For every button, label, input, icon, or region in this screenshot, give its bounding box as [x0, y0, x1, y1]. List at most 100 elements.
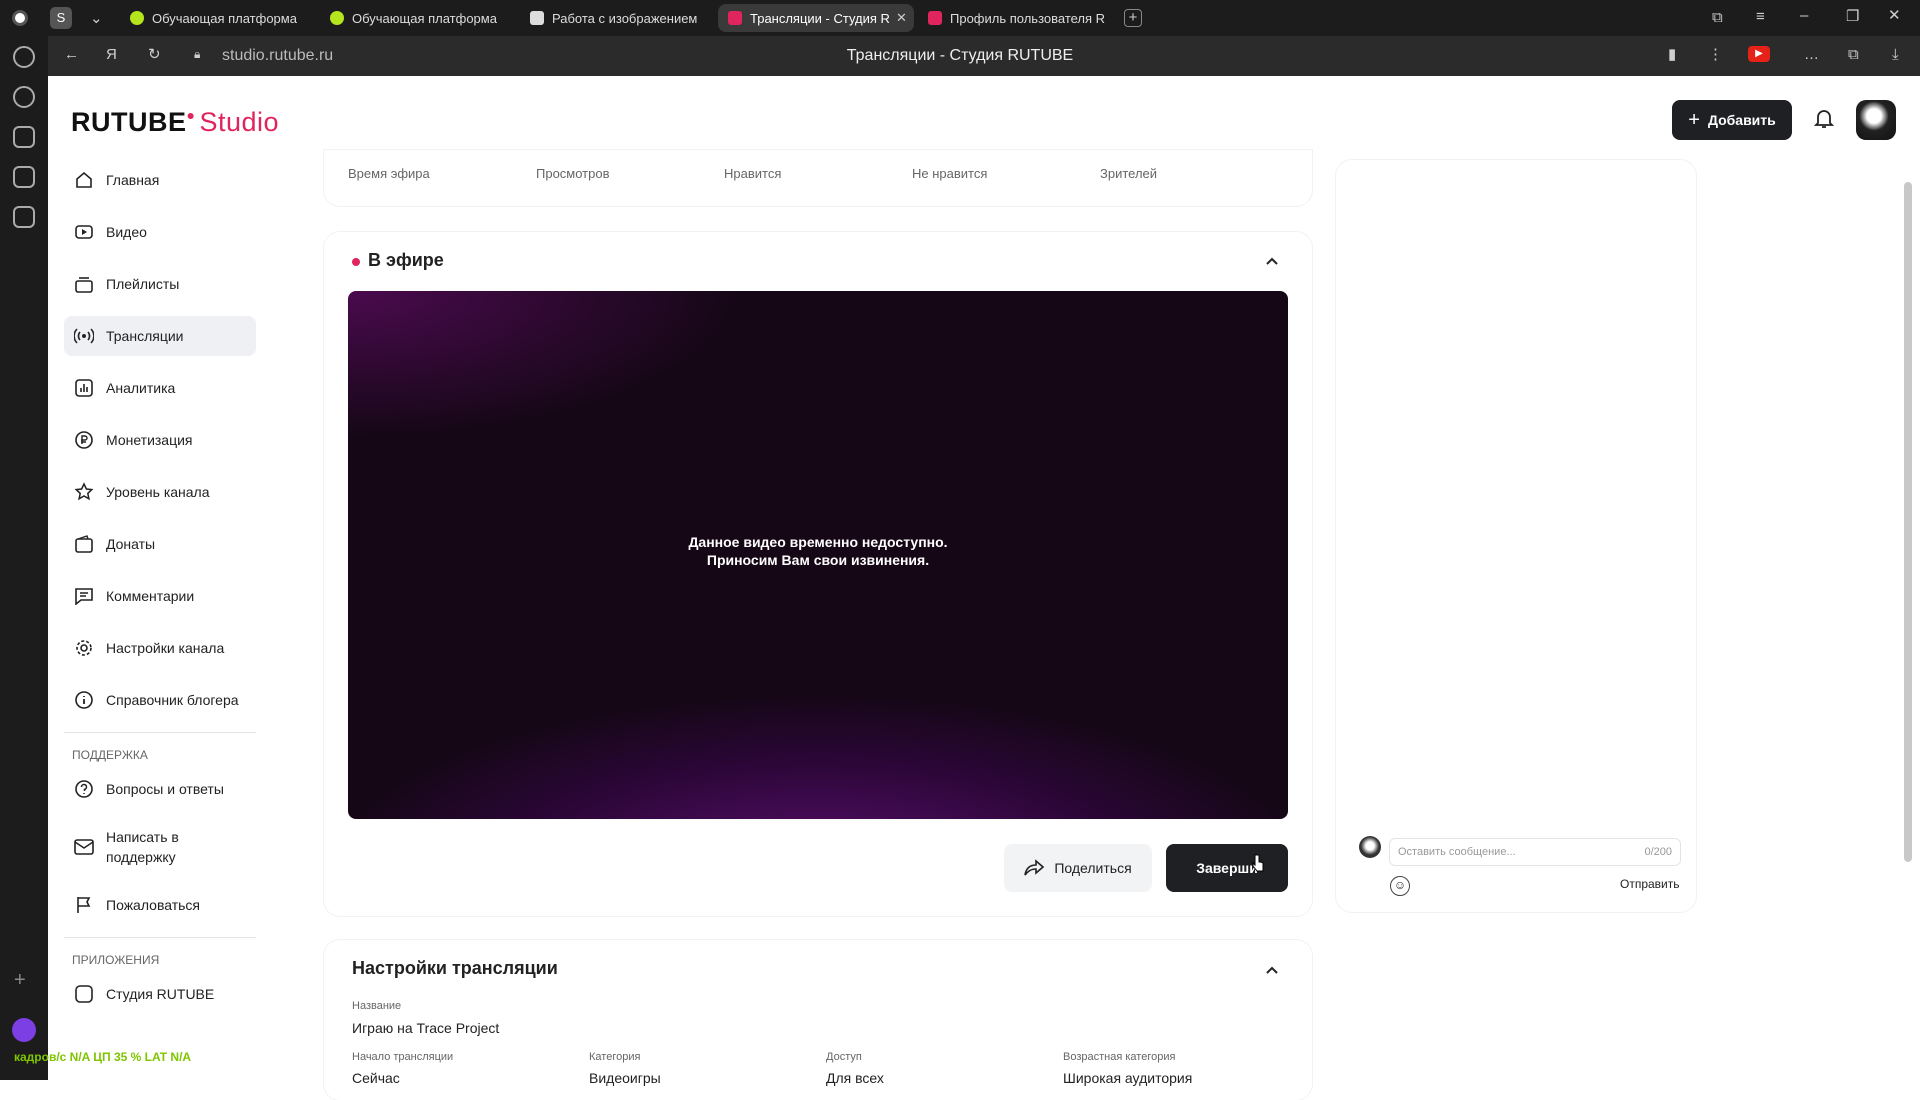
- new-tab-icon[interactable]: +: [1124, 9, 1142, 27]
- stat-label-airtime: Время эфира: [348, 166, 430, 181]
- send-button[interactable]: Отправить: [1620, 877, 1680, 891]
- wallet-icon: [74, 534, 94, 554]
- restore-icon[interactable]: ❐: [1846, 9, 1859, 24]
- support-heading: ПОДДЕРЖКА: [72, 748, 148, 762]
- sidebar-item-channel-level[interactable]: Уровень канала: [64, 472, 256, 512]
- lock-icon: 🔒︎: [194, 47, 201, 61]
- stat-label-dislikes: Не нравится: [912, 166, 988, 181]
- sidebar-item-video[interactable]: Видео: [64, 212, 256, 252]
- share-icon: [1024, 859, 1045, 876]
- history-icon[interactable]: [13, 46, 35, 68]
- collections-icon[interactable]: ⧉: [1848, 47, 1859, 62]
- chat-avatar: [1359, 836, 1381, 858]
- notes-icon[interactable]: [13, 206, 35, 228]
- sidebar-item-blogger-guide[interactable]: Справочник блогера: [64, 680, 256, 720]
- extensions-icon[interactable]: …: [1804, 47, 1819, 62]
- field-label-name: Название: [352, 1000, 402, 1012]
- comment-icon: [74, 586, 94, 606]
- tab-2[interactable]: Работа с изображением: [520, 4, 710, 32]
- info-icon: [74, 690, 94, 710]
- close-tab-icon[interactable]: ✕: [896, 10, 907, 26]
- bookmarks-icon[interactable]: ⧉: [1712, 10, 1723, 25]
- player-unavailable-message: Данное видео временно недоступно. Приноси…: [688, 534, 948, 568]
- sidebar-item-analytics[interactable]: Аналитика: [64, 368, 256, 408]
- url-text[interactable]: studio.rutube.ru: [222, 47, 333, 65]
- share-button[interactable]: Поделиться: [1004, 844, 1152, 892]
- rutube-studio-logo[interactable]: RUTUBE● Studio: [71, 107, 279, 138]
- mail-icon: [74, 837, 94, 857]
- browser-logo-icon[interactable]: [12, 10, 28, 26]
- sidebar-item-comments[interactable]: Комментарии: [64, 576, 256, 616]
- sidebar-item-contact-support[interactable]: Написать в поддержку: [64, 821, 256, 873]
- chat-panel: [1336, 160, 1696, 912]
- youtube-icon[interactable]: ▶: [1748, 46, 1770, 62]
- sidebar-item-report[interactable]: Пожаловаться: [64, 885, 256, 925]
- emoji-icon[interactable]: ☺: [1390, 876, 1410, 896]
- sidebar-item-studio-app[interactable]: Студия RUTUBE: [64, 974, 256, 1014]
- divider: [64, 937, 256, 938]
- avatar[interactable]: [1856, 100, 1896, 140]
- chevron-up-icon[interactable]: [1265, 254, 1279, 268]
- sidebar-item-broadcasts[interactable]: Трансляции: [64, 316, 256, 356]
- minimize-icon[interactable]: –: [1800, 8, 1808, 23]
- divider: [64, 732, 256, 733]
- add-panel-icon[interactable]: +: [14, 970, 26, 990]
- sidebar-item-playlists[interactable]: Плейлисты: [64, 264, 256, 304]
- gallery-icon[interactable]: [13, 166, 35, 188]
- add-button[interactable]: + Добавить: [1672, 100, 1792, 140]
- gear-icon: [74, 638, 94, 658]
- app-icon: [74, 984, 94, 1004]
- browser-tab-bar: S ⌄ Обучающая платформа Обучающая платфо…: [0, 0, 1920, 36]
- end-broadcast-button[interactable]: Заверши: [1166, 844, 1288, 892]
- chat-char-counter: 0/200: [1644, 846, 1672, 858]
- sidebar-item-faq[interactable]: Вопросы и ответы: [64, 769, 256, 809]
- more-icon[interactable]: ⋮: [1708, 47, 1723, 62]
- field-value-category: Видеоигры: [589, 1070, 661, 1086]
- back-icon[interactable]: ←: [64, 47, 79, 62]
- tab-favicon-icon: [530, 11, 544, 25]
- settings-title: Настройки трансляции: [352, 958, 558, 978]
- field-label-age: Возрастная категория: [1063, 1051, 1176, 1063]
- chevron-down-icon[interactable]: ⌄: [90, 11, 103, 26]
- sidebar-item-donations[interactable]: Донаты: [64, 524, 256, 564]
- download-icon[interactable]: ⤓: [1892, 47, 1899, 62]
- sidebar-item-channel-settings[interactable]: Настройки канала: [64, 628, 256, 668]
- tab-3[interactable]: Трансляции - Студия R ✕: [718, 4, 914, 32]
- bell-icon[interactable]: [1812, 106, 1836, 130]
- field-label-start: Начало трансляции: [352, 1051, 454, 1063]
- tab-favicon-icon: [728, 11, 742, 25]
- question-icon: [74, 779, 94, 799]
- video-icon: [74, 222, 94, 242]
- tab-favicon-icon: [330, 11, 344, 25]
- assistant-icon[interactable]: [12, 1018, 36, 1042]
- home-icon: [74, 170, 94, 190]
- performance-overlay: кадров/с N/A ЦП 35 % LAT N/A: [14, 1050, 192, 1064]
- page-scrollbar[interactable]: [1904, 182, 1912, 862]
- apps-heading: ПРИЛОЖЕНИЯ: [72, 953, 160, 967]
- play-icon[interactable]: [13, 86, 35, 108]
- chevron-up-icon[interactable]: [1265, 963, 1279, 977]
- menu-icon[interactable]: ≡: [1756, 9, 1765, 24]
- calendar-icon[interactable]: [13, 126, 35, 148]
- tab-4[interactable]: Профиль пользователя R: [918, 4, 1108, 32]
- chat-message-input[interactable]: Оставить сообщение... 0/200: [1389, 838, 1681, 866]
- plus-icon: +: [1688, 108, 1700, 131]
- workspace-icon[interactable]: S: [50, 7, 72, 29]
- live-title: В эфире: [368, 250, 444, 270]
- cursor-hand-icon: [1252, 854, 1264, 872]
- sidebar-item-home[interactable]: Главная: [64, 160, 256, 200]
- stats-card: [324, 150, 1312, 206]
- field-value-start: Сейчас: [352, 1070, 400, 1086]
- tab-favicon-icon: [130, 11, 144, 25]
- field-value-name: Играю на Trace Project: [352, 1020, 500, 1036]
- stat-label-views: Просмотров: [536, 166, 610, 181]
- reload-icon[interactable]: ↻: [148, 47, 161, 62]
- bookmark-icon[interactable]: ▮: [1668, 47, 1676, 62]
- sidebar-item-monetization[interactable]: Монетизация: [64, 420, 256, 460]
- close-window-icon[interactable]: ✕: [1888, 8, 1901, 23]
- tab-1[interactable]: Обучающая платформа: [320, 4, 510, 32]
- tab-0[interactable]: Обучающая платформа: [120, 4, 310, 32]
- flag-icon: [74, 895, 94, 915]
- yandex-icon[interactable]: Я: [106, 47, 117, 62]
- stat-label-viewers: Зрителей: [1100, 166, 1158, 181]
